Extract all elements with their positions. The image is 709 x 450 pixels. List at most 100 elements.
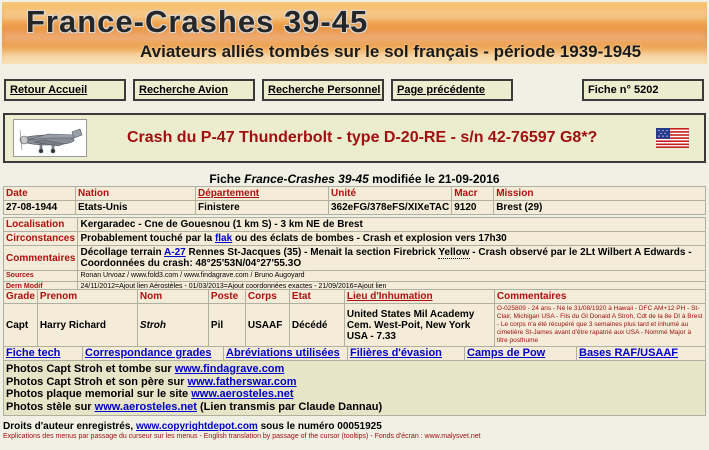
bases-raf-usaaf-link[interactable]: Bases RAF/USAAF bbox=[579, 347, 678, 359]
comm-text-b: Rennes St-Jacques (35) - Menait la secti… bbox=[185, 247, 439, 258]
localisation-label: Localisation bbox=[2, 217, 79, 232]
info-value-row: 27-08-1944 Etats-Unis Finistere 362eFG/3… bbox=[3, 200, 706, 215]
value-departement: Finistere bbox=[195, 200, 329, 215]
sources-value: Ronan Urvoaz / www.fold3.com / www.finda… bbox=[77, 270, 706, 282]
header-unite: Unité bbox=[327, 186, 453, 201]
a27-link[interactable]: A-27 bbox=[164, 247, 186, 258]
crew-header-poste: Poste bbox=[207, 289, 246, 304]
crew-header-corps: Corps bbox=[244, 289, 290, 304]
crew-header-row: Grade Prenom Nom Poste Corps Etat Lieu d… bbox=[3, 289, 707, 304]
crew-lieu: United States Mil Academy Cem. West-Poit… bbox=[343, 303, 495, 347]
flak-link[interactable]: flak bbox=[215, 233, 232, 244]
record-number: Fiche n° 5202 bbox=[582, 79, 704, 101]
site-title: France-Crashes 39-45 bbox=[26, 4, 369, 39]
filieres-evasion-link[interactable]: Filières d'évasion bbox=[350, 347, 442, 359]
fatherswar-link[interactable]: www.fatherswar.com bbox=[188, 376, 297, 388]
crew-comment: O-025809 - 24 ans - Né le 31/08/1920 à H… bbox=[493, 303, 707, 347]
photo-line-text: Photos plaque memorial sur le site bbox=[6, 388, 192, 400]
camps-pow-link[interactable]: Camps de Pow bbox=[467, 347, 545, 359]
home-link[interactable]: Retour Accueil bbox=[10, 84, 87, 96]
photos-section: Photos Capt Stroh et tombe sur www.finda… bbox=[3, 360, 706, 416]
copyright-line: Droits d'auteur enregistrés, www.copyrig… bbox=[3, 421, 382, 432]
home-button[interactable]: Retour Accueil bbox=[4, 79, 126, 101]
prev-page-button[interactable]: Page précédente bbox=[391, 79, 513, 101]
link-cell-fiche-tech: Fiche tech bbox=[3, 346, 83, 361]
details-table: Localisation Kergaradec - Cne de Gouesno… bbox=[2, 217, 706, 293]
info-header-row: Date Nation Département Unité Macr Missi… bbox=[3, 186, 706, 201]
localisation-value: Kergaradec - Cne de Gouesnou (1 km S) - … bbox=[77, 217, 706, 232]
us-flag-icon bbox=[656, 128, 689, 148]
commentaires-value: Décollage terrain A-27 Rennes St-Jacques… bbox=[77, 245, 706, 271]
crew-row: Capt Harry Richard Stroh Pil USAAF Décéd… bbox=[3, 303, 707, 347]
fiche-tech-link[interactable]: Fiche tech bbox=[6, 347, 60, 359]
commentaires-row: Commentaires Décollage terrain A-27 Renn… bbox=[2, 245, 706, 271]
modified-suffix: modifiée le 21-09-2016 bbox=[368, 172, 500, 186]
rights-text-a: Droits d'auteur enregistrés, bbox=[3, 421, 136, 432]
aerosteles-link-2[interactable]: www.aerosteles.net bbox=[95, 401, 197, 413]
header-nation: Nation bbox=[75, 186, 196, 201]
link-cell-bases: Bases RAF/USAAF bbox=[576, 346, 706, 361]
photo-line: Photos Capt Stroh et son père sur www.fa… bbox=[6, 376, 703, 389]
crew-table: Grade Prenom Nom Poste Corps Etat Lieu d… bbox=[3, 289, 707, 347]
explanation-line: Explications des menus par passage du cu… bbox=[3, 433, 481, 440]
correspondance-grades-link[interactable]: Correspondance grades bbox=[85, 347, 212, 359]
crew-etat: Décédé bbox=[288, 303, 345, 347]
search-plane-link[interactable]: Recherche Avion bbox=[139, 84, 228, 96]
photo-line-text: Photos Capt Stroh et tombe sur bbox=[6, 363, 175, 375]
crash-title: Crash du P-47 Thunderbolt - type D-20-RE… bbox=[127, 129, 598, 146]
crew-header-prenom: Prenom bbox=[36, 289, 138, 304]
crew-header-grade: Grade bbox=[3, 289, 38, 304]
value-unite: 362eFG/378eFS/XIXeTAC bbox=[327, 200, 453, 215]
rights-text-b: sous le numéro 00051925 bbox=[257, 421, 382, 432]
photo-line-text: Photos Capt Stroh et son père sur bbox=[6, 375, 188, 388]
circonstances-value: Probablement touché par la flak ou des é… bbox=[77, 231, 706, 246]
photo-line-text: Photos stèle sur bbox=[6, 400, 95, 413]
crew-nom: Stroh bbox=[136, 303, 209, 347]
link-cell-correspondance: Correspondance grades bbox=[82, 346, 224, 361]
value-mission: Brest (29) bbox=[493, 200, 706, 215]
header-departement[interactable]: Département bbox=[195, 186, 329, 201]
aerosteles-link[interactable]: www.aerosteles.net bbox=[191, 388, 293, 400]
modified-italic: France-Crashes 39-45 bbox=[244, 172, 369, 186]
crash-title-box: Crash du P-47 Thunderbolt - type D-20-RE… bbox=[3, 113, 706, 163]
record-number-text: Fiche n° 5202 bbox=[588, 84, 659, 96]
plane-thumbnail bbox=[13, 119, 87, 157]
link-cell-abreviations: Abréviations utilisées bbox=[223, 346, 348, 361]
circ-text-a: Probablement touché par la bbox=[80, 233, 215, 244]
value-macr: 9120 bbox=[451, 200, 495, 215]
localisation-row: Localisation Kergaradec - Cne de Gouesno… bbox=[2, 217, 706, 232]
prev-page-link[interactable]: Page précédente bbox=[397, 84, 485, 96]
photo-line-after: (Lien transmis par Claude Dannau) bbox=[196, 400, 383, 413]
info-table: Date Nation Département Unité Macr Missi… bbox=[3, 186, 706, 215]
copyrightdepot-link[interactable]: www.copyrightdepot.com bbox=[136, 421, 258, 432]
search-plane-button[interactable]: Recherche Avion bbox=[133, 79, 255, 101]
search-person-button[interactable]: Recherche Personnel bbox=[262, 79, 384, 101]
crew-grade: Capt bbox=[3, 303, 38, 347]
sources-row: Sources Ronan Urvoaz / www.fold3.com / w… bbox=[2, 270, 706, 282]
site-subtitle: Aviateurs alliés tombés sur le sol franç… bbox=[140, 42, 642, 61]
header-mission: Mission bbox=[493, 186, 706, 201]
crew-header-etat: Etat bbox=[288, 289, 345, 304]
circonstances-label: Circonstances bbox=[2, 231, 79, 246]
crew-header-lieu[interactable]: Lieu d'Inhumation bbox=[343, 289, 495, 304]
findagrave-link[interactable]: www.findagrave.com bbox=[175, 363, 285, 375]
value-nation: Etats-Unis bbox=[75, 200, 196, 215]
commentaires-label: Commentaires bbox=[2, 245, 79, 271]
comm-text-a: Décollage terrain bbox=[80, 247, 165, 258]
circonstances-row: Circonstances Probablement touché par la… bbox=[2, 231, 706, 246]
photo-line: Photos plaque memorial sur le site www.a… bbox=[6, 388, 703, 401]
crew-poste: Pil bbox=[207, 303, 246, 347]
crew-header-nom: Nom bbox=[136, 289, 209, 304]
yellow-tooltip[interactable]: Yellow bbox=[438, 247, 470, 259]
header-date: Date bbox=[3, 186, 76, 201]
link-cell-camps: Camps de Pow bbox=[464, 346, 577, 361]
circ-text-b: ou des éclats de bombes - Crash et explo… bbox=[232, 233, 507, 244]
crew-prenom: Harry Richard bbox=[36, 303, 138, 347]
links-table: Fiche tech Correspondance grades Abrévia… bbox=[3, 346, 706, 361]
search-person-link[interactable]: Recherche Personnel bbox=[268, 84, 381, 96]
sources-label: Sources bbox=[2, 270, 79, 282]
modified-line: Fiche France-Crashes 39-45 modifiée le 2… bbox=[0, 172, 709, 186]
abreviations-link[interactable]: Abréviations utilisées bbox=[226, 347, 340, 359]
photo-line: Photos stèle sur www.aerosteles.net (Lie… bbox=[6, 401, 703, 414]
value-date: 27-08-1944 bbox=[3, 200, 76, 215]
